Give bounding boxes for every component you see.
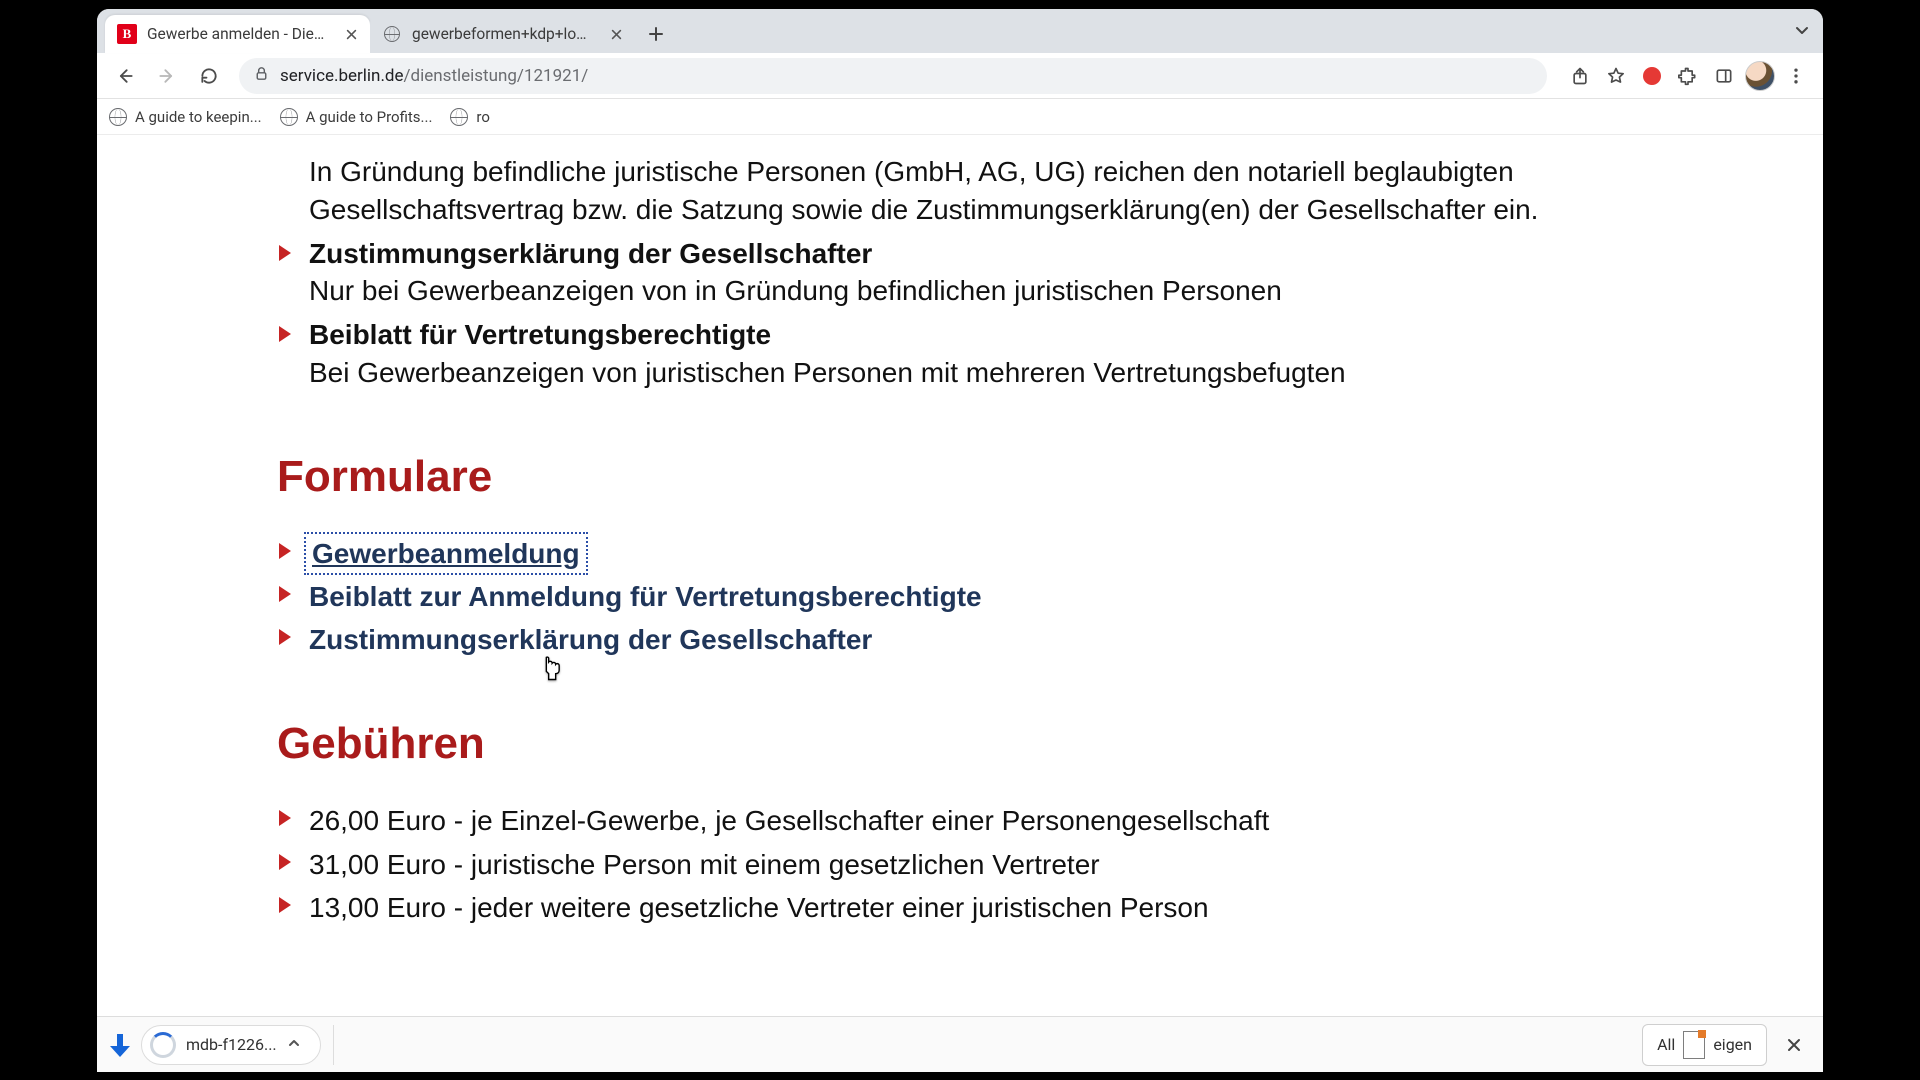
download-spinner-icon [150,1032,176,1058]
bookmark-label: ro [476,108,490,126]
extension-red-icon[interactable] [1635,59,1669,93]
form-link[interactable]: Beiblatt zur Anmeldung für Vertretungsbe… [309,581,982,612]
file-thumb-icon [1683,1031,1705,1059]
tab-strip: B Gewerbe anmelden - Dienstle gewerbefor… [97,9,1823,53]
required-doc-title: Beiblatt für Vertretungsberechtigte [309,316,1683,354]
list-item: 31,00 Euro - juristische Person mit eine… [277,845,1683,884]
share-icon[interactable] [1563,59,1597,93]
bookmark-label: A guide to keepin... [135,108,262,126]
tab-inactive[interactable]: gewerbeformen+kdp+low+con [370,15,635,53]
required-docs-list: Zustimmungserklärung der Gesellschafter … [277,235,1683,392]
list-item: Beiblatt für Vertretungsberechtigte Bei … [277,316,1683,392]
show-all-downloads-button[interactable]: All eigen [1642,1024,1767,1066]
tab-active[interactable]: B Gewerbe anmelden - Dienstle [105,15,370,53]
extensions-icon[interactable] [1671,59,1705,93]
download-shelf: mdb-f1226... All eigen [97,1016,1823,1072]
fee-item: 31,00 Euro - juristische Person mit eine… [309,845,1683,884]
globe-icon [109,108,127,126]
list-item: Zustimmungserklärung der Gesellschafter [277,620,1683,659]
forward-button[interactable] [149,58,185,94]
chrome-menu-icon[interactable] [1779,59,1813,93]
section-heading-fees: Gebühren [277,719,1683,769]
page-content[interactable]: In Gründung befindliche juristische Pers… [97,135,1823,1016]
required-doc-title: Zustimmungserklärung der Gesellschafter [309,235,1683,273]
list-item: 13,00 Euro - jeder weitere gesetzliche V… [277,888,1683,927]
bookmark-item[interactable]: ro [450,108,490,126]
list-item: 26,00 Euro - je Einzel-Gewerbe, je Gesel… [277,801,1683,840]
back-button[interactable] [107,58,143,94]
tab-title: Gewerbe anmelden - Dienstle [147,25,332,43]
download-item[interactable]: mdb-f1226... [141,1025,321,1065]
download-arrow-icon [109,1034,131,1056]
close-tab-icon[interactable] [607,25,625,43]
required-doc-desc: Nur bei Gewerbeanzeigen von in Gründung … [309,272,1683,310]
address-bar[interactable]: service.berlin.de/dienstleistung/121921/ [239,58,1547,94]
required-doc-desc: In Gründung befindliche juristische Pers… [309,153,1683,229]
viewport: In Gründung befindliche juristische Pers… [97,135,1823,1016]
list-item: Gewerbeanmeldung [277,534,1683,573]
fees-list: 26,00 Euro - je Einzel-Gewerbe, je Gesel… [277,801,1683,927]
sidepanel-icon[interactable] [1707,59,1741,93]
fee-item: 26,00 Euro - je Einzel-Gewerbe, je Gesel… [309,801,1683,840]
reload-button[interactable] [191,58,227,94]
tabs-menu-icon[interactable] [1793,21,1811,43]
show-all-label-post: eigen [1713,1035,1752,1054]
globe-icon [280,108,298,126]
favicon-globe [382,24,402,44]
lock-icon [253,65,270,87]
bookmark-star-icon[interactable] [1599,59,1633,93]
chevron-up-icon[interactable] [287,1035,301,1054]
list-item: Beiblatt zur Anmeldung für Vertretungsbe… [277,577,1683,616]
section-heading-forms: Formulare [277,452,1683,502]
show-all-label-pre: All [1657,1035,1675,1054]
new-tab-button[interactable] [641,19,671,49]
globe-icon [450,108,468,126]
toolbar-right [1563,59,1813,93]
close-shelf-icon[interactable] [1777,1028,1811,1062]
bookmarks-bar: A guide to keepin... A guide to Profits.… [97,99,1823,135]
browser-window: B Gewerbe anmelden - Dienstle gewerbefor… [97,9,1823,1072]
toolbar: service.berlin.de/dienstleistung/121921/ [97,53,1823,99]
download-filename: mdb-f1226... [186,1035,277,1054]
close-tab-icon[interactable] [342,25,360,43]
bookmark-item[interactable]: A guide to keepin... [109,108,262,126]
required-doc-desc: Bei Gewerbeanzeigen von juristischen Per… [309,354,1683,392]
bookmark-label: A guide to Profits... [306,108,433,126]
form-link[interactable]: Gewerbeanmeldung [309,537,583,570]
form-link[interactable]: Zustimmungserklärung der Gesellschafter [309,624,872,655]
forms-list: Gewerbeanmeldung Beiblatt zur Anmeldung f… [277,534,1683,660]
profile-avatar[interactable] [1743,59,1777,93]
tab-title: gewerbeformen+kdp+low+con [412,25,597,43]
fee-item: 13,00 Euro - jeder weitere gesetzliche V… [309,888,1683,927]
bookmark-item[interactable]: A guide to Profits... [280,108,433,126]
favicon-berlin: B [117,24,137,44]
list-item: Zustimmungserklärung der Gesellschafter … [277,235,1683,311]
url-text: service.berlin.de/dienstleistung/121921/ [280,66,1533,86]
